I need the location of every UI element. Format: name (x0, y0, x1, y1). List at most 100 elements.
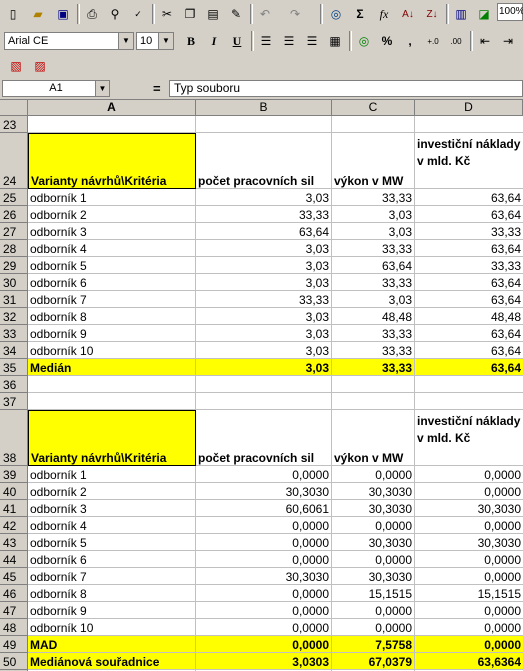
decrease-indent-icon[interactable]: ⇤ (475, 31, 495, 51)
cell-b[interactable]: 0,0000 (196, 619, 332, 636)
cell-b[interactable]: 3,03 (196, 240, 332, 257)
cell-c[interactable]: 33,33 (332, 342, 415, 359)
cell-b[interactable]: počet pracovních sil (196, 410, 332, 466)
row-header[interactable]: 39 (0, 466, 28, 483)
cell-a[interactable] (28, 116, 196, 133)
cell-a[interactable]: odborník 4 (28, 240, 196, 257)
cell-b[interactable]: 33,33 (196, 291, 332, 308)
cell-a[interactable]: odborník 8 (28, 308, 196, 325)
cut-icon[interactable]: ✂ (157, 4, 177, 24)
cell-b[interactable]: počet pracovních sil (196, 133, 332, 189)
cell-c[interactable]: 15,1515 (332, 585, 415, 602)
cell-c[interactable]: 3,03 (332, 223, 415, 240)
cell-a[interactable]: odborník 1 (28, 189, 196, 206)
cell-a[interactable] (28, 393, 196, 410)
row-header[interactable]: 42 (0, 517, 28, 534)
cell-d[interactable] (415, 116, 523, 133)
select-all-corner[interactable] (0, 100, 28, 116)
row-header[interactable]: 50 (0, 653, 28, 670)
cell-d[interactable]: investiční náklady v mld. Kč (415, 133, 523, 189)
pdf-mail-icon[interactable]: ▨ (30, 56, 50, 76)
cell-b[interactable]: 30,3030 (196, 568, 332, 585)
cell-a[interactable]: odborník 10 (28, 619, 196, 636)
cell-b[interactable]: 0,0000 (196, 602, 332, 619)
function-icon[interactable]: fx (374, 4, 394, 24)
row-header[interactable]: 27 (0, 223, 28, 240)
merge-center-icon[interactable]: ▦ (325, 31, 345, 51)
cell-c[interactable]: 33,33 (332, 359, 415, 376)
row-header[interactable]: 32 (0, 308, 28, 325)
format-painter-icon[interactable]: ✎ (226, 4, 246, 24)
cell-d[interactable] (415, 393, 523, 410)
cell-c[interactable]: 30,3030 (332, 483, 415, 500)
cell-c[interactable]: 48,48 (332, 308, 415, 325)
cell-b[interactable]: 60,6061 (196, 500, 332, 517)
cell-d[interactable]: 30,3030 (415, 500, 523, 517)
cell-d[interactable]: 63,6364 (415, 653, 523, 670)
cell-b[interactable]: 30,3030 (196, 483, 332, 500)
cell-d[interactable]: 0,0000 (415, 568, 523, 585)
cell-a[interactable]: odborník 3 (28, 500, 196, 517)
chevron-down-icon[interactable]: ▼ (158, 33, 173, 49)
formula-input[interactable]: Typ souboru (169, 80, 523, 97)
cell-a[interactable]: odborník 7 (28, 291, 196, 308)
cell-b[interactable]: 3,03 (196, 325, 332, 342)
cell-c[interactable]: 33,33 (332, 325, 415, 342)
row-header[interactable]: 36 (0, 376, 28, 393)
cell-d[interactable]: 30,3030 (415, 534, 523, 551)
cell-b[interactable]: 3,03 (196, 274, 332, 291)
cell-d[interactable]: 63,64 (415, 342, 523, 359)
cell-d[interactable]: 15,1515 (415, 585, 523, 602)
row-header[interactable]: 23 (0, 116, 28, 133)
cell-c[interactable]: 0,0000 (332, 551, 415, 568)
cell-d[interactable]: investiční náklady v mld. Kč (415, 410, 523, 466)
cell-b[interactable]: 3,03 (196, 342, 332, 359)
thousands-button[interactable]: , (400, 31, 420, 51)
column-header-a[interactable]: A (28, 100, 196, 116)
print-icon[interactable]: ⎙ (82, 4, 102, 24)
cell-b[interactable]: 3,03 (196, 359, 332, 376)
currency-icon[interactable]: ◎ (354, 31, 374, 51)
row-header[interactable]: 46 (0, 585, 28, 602)
print-preview-icon[interactable]: ⚲ (105, 4, 125, 24)
cell-d[interactable]: 63,64 (415, 189, 523, 206)
row-header[interactable]: 31 (0, 291, 28, 308)
cell-c[interactable] (332, 116, 415, 133)
open-folder-icon[interactable]: ▰ (28, 4, 48, 24)
cell-d[interactable]: 63,64 (415, 291, 523, 308)
cell-b[interactable]: 0,0000 (196, 585, 332, 602)
name-box[interactable]: A1 ▼ (2, 80, 110, 97)
decrease-decimal-icon[interactable]: .00 (446, 31, 466, 51)
column-header-c[interactable]: C (332, 100, 415, 116)
autosum-icon[interactable]: Σ (350, 4, 370, 24)
row-header[interactable]: 43 (0, 534, 28, 551)
column-header-d[interactable]: D (415, 100, 523, 116)
spelling-icon[interactable]: ✓ (128, 4, 148, 24)
undo-icon[interactable]: ↶ (255, 4, 275, 24)
cell-b[interactable]: 0,0000 (196, 636, 332, 653)
cell-d[interactable]: 63,64 (415, 359, 523, 376)
cell-b[interactable]: 3,03 (196, 189, 332, 206)
chart-wizard-icon[interactable]: ▥ (451, 4, 471, 24)
percent-button[interactable]: % (377, 31, 397, 51)
row-header[interactable]: 41 (0, 500, 28, 517)
italic-button[interactable]: I (204, 31, 224, 51)
cell-b[interactable]: 63,64 (196, 223, 332, 240)
cell-c[interactable] (332, 393, 415, 410)
cell-c[interactable]: výkon v MW (332, 410, 415, 466)
cell-a[interactable]: Varianty návrhů\Kritéria (28, 410, 196, 466)
cell-c[interactable]: 30,3030 (332, 500, 415, 517)
increase-decimal-icon[interactable]: +.0 (423, 31, 443, 51)
row-header[interactable]: 33 (0, 325, 28, 342)
cell-a[interactable]: odborník 6 (28, 551, 196, 568)
cell-c[interactable]: 0,0000 (332, 466, 415, 483)
cell-d[interactable]: 48,48 (415, 308, 523, 325)
cell-b[interactable]: 3,03 (196, 257, 332, 274)
save-icon[interactable]: ▣ (53, 4, 73, 24)
font-name-select[interactable]: Arial CE ▼ (4, 32, 134, 50)
cell-a[interactable]: odborník 1 (28, 466, 196, 483)
cell-c[interactable]: 33,33 (332, 189, 415, 206)
cell-a[interactable]: Varianty návrhů\Kritéria (28, 133, 196, 189)
underline-button[interactable]: U (227, 31, 247, 51)
row-header[interactable]: 24 (0, 133, 28, 189)
